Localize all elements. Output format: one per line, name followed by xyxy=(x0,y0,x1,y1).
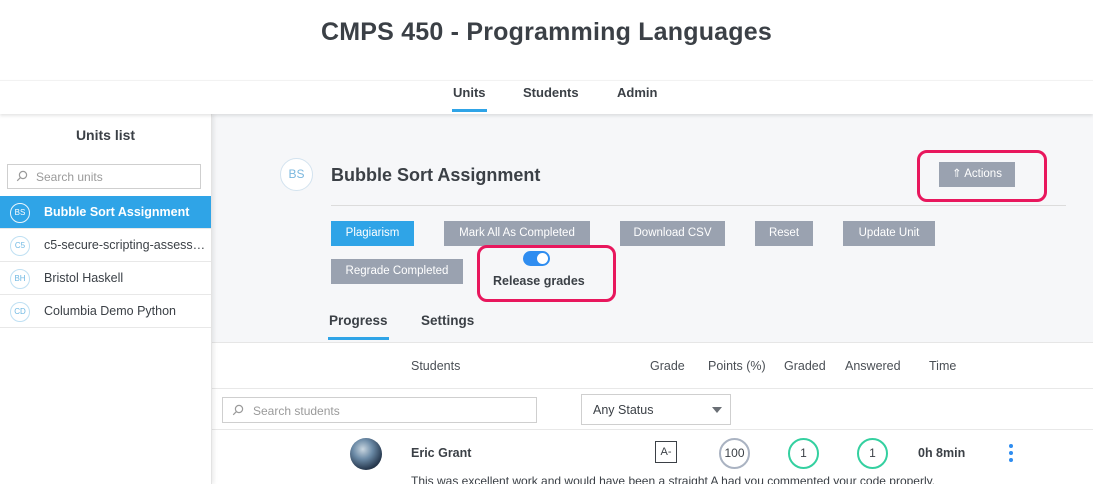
units-sidebar: Units list BS Bubble Sort Assignment C5 … xyxy=(0,114,212,484)
unit-label: Bristol Haskell xyxy=(44,271,124,285)
unit-item-bristol-haskell[interactable]: BH Bristol Haskell xyxy=(0,262,211,295)
unit-avatar: BH xyxy=(10,269,30,289)
caret-down-icon xyxy=(712,407,722,413)
table-row[interactable]: Eric Grant A- 100 1 1 0h 8min This was e… xyxy=(212,431,1093,484)
search-icon xyxy=(16,170,28,182)
unit-label: Columbia Demo Python xyxy=(44,304,177,318)
unit-label: c5-secure-scripting-assessment xyxy=(44,238,206,252)
tab-units[interactable]: Units xyxy=(452,85,486,112)
column-header-students: Students xyxy=(411,359,461,373)
unit-avatar: BS xyxy=(10,203,30,223)
tab-students[interactable]: Students xyxy=(523,85,579,100)
units-list-title: Units list xyxy=(75,127,136,143)
unit-item-columbia-demo-python[interactable]: CD Columbia Demo Python xyxy=(0,295,211,328)
student-comment: This was excellent work and would have b… xyxy=(411,474,936,484)
search-icon xyxy=(232,404,244,416)
graded-circle: 1 xyxy=(788,438,819,469)
column-header-graded: Graded xyxy=(784,359,826,373)
unit-avatar: C5 xyxy=(10,236,30,256)
release-grades-label: Release grades xyxy=(493,274,585,288)
status-filter-value: Any Status xyxy=(593,403,654,417)
tab-settings[interactable]: Settings xyxy=(421,313,474,328)
column-header-answered: Answered xyxy=(845,359,901,373)
column-header-grade: Grade xyxy=(650,359,685,373)
column-header-points: Points (%) xyxy=(708,359,766,373)
unit-search-input[interactable] xyxy=(36,168,196,186)
unit-list: BS Bubble Sort Assignment C5 c5-secure-s… xyxy=(0,196,211,328)
unit-title: Bubble Sort Assignment xyxy=(331,165,541,185)
more-options-icon[interactable] xyxy=(1006,444,1016,464)
release-grades-toggle[interactable] xyxy=(523,251,550,266)
unit-detail-panel: BS Bubble Sort Assignment ⇑ Actions Plag… xyxy=(212,114,1093,484)
unit-item-bubble-sort[interactable]: BS Bubble Sort Assignment xyxy=(0,196,211,229)
page-header: CMPS 450 - Programming Languages xyxy=(0,0,1093,80)
divider xyxy=(331,205,1066,206)
progress-table: Students Grade Points (%) Graded Answere… xyxy=(212,342,1093,484)
main-nav: Units Students Admin xyxy=(0,80,1093,114)
points-circle: 100 xyxy=(719,438,750,469)
time-spent: 0h 8min xyxy=(918,446,966,460)
toggle-knob xyxy=(537,253,548,264)
download-csv-button[interactable]: Download CSV xyxy=(620,221,725,246)
reset-button[interactable]: Reset xyxy=(755,221,813,246)
grade-badge: A- xyxy=(655,441,677,463)
tab-progress[interactable]: Progress xyxy=(328,313,389,340)
regrade-completed-button[interactable]: Regrade Completed xyxy=(331,259,463,284)
unit-header-avatar: BS xyxy=(280,158,313,191)
student-search-box xyxy=(222,397,537,423)
unit-item-c5-secure-scripting[interactable]: C5 c5-secure-scripting-assessment xyxy=(0,229,211,262)
tab-admin[interactable]: Admin xyxy=(617,85,657,100)
table-filter-row: Any Status xyxy=(212,388,1093,430)
column-header-time: Time xyxy=(929,359,957,373)
unit-label: Bubble Sort Assignment xyxy=(44,205,190,219)
student-name: Eric Grant xyxy=(411,446,472,460)
answered-circle: 1 xyxy=(857,438,888,469)
student-avatar xyxy=(350,438,382,470)
mark-all-completed-button[interactable]: Mark All As Completed xyxy=(444,221,590,246)
update-unit-button[interactable]: Update Unit xyxy=(843,221,935,246)
unit-avatar: CD xyxy=(10,302,30,322)
course-title: CMPS 450 - Programming Languages xyxy=(321,18,772,46)
unit-search-box xyxy=(7,164,201,189)
plagiarism-button[interactable]: Plagiarism xyxy=(331,221,414,246)
student-search-input[interactable] xyxy=(253,402,528,420)
actions-button[interactable]: ⇑ Actions xyxy=(939,162,1015,187)
status-filter-select[interactable]: Any Status xyxy=(581,394,731,425)
